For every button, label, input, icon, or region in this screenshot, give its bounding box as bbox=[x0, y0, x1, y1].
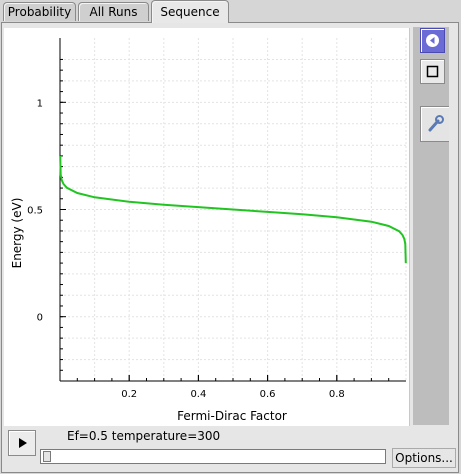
x-tick-label: 0.4 bbox=[190, 389, 206, 400]
settings-tab[interactable] bbox=[420, 106, 449, 142]
x-tick-label: 0.2 bbox=[121, 389, 137, 400]
y-tick-label: 0 bbox=[37, 313, 43, 324]
zoom-box-button[interactable] bbox=[420, 59, 445, 84]
x-tick-label: 0.6 bbox=[260, 389, 276, 400]
tab-all-runs[interactable]: All Runs bbox=[78, 2, 149, 21]
y-tick-label: 1 bbox=[37, 98, 43, 109]
sequence-slider[interactable] bbox=[40, 449, 386, 464]
x-tick-label: 0.8 bbox=[329, 389, 345, 400]
slider-thumb[interactable] bbox=[43, 451, 51, 462]
tab-probability[interactable]: Probability bbox=[3, 2, 76, 21]
chart-ticks: 0.2 0.4 0.6 0.8 0 0.5 1 bbox=[27, 58, 390, 400]
y-axis-label: Energy (eV) bbox=[10, 198, 24, 269]
status-text: Ef=0.5 temperature=300 bbox=[67, 429, 221, 443]
plot-area: 0.2 0.4 0.6 0.8 0 0.5 1 Fermi-Dirac Factor Ene… bbox=[4, 28, 410, 426]
play-icon bbox=[19, 438, 27, 448]
x-axis-label: Fermi-Dirac Factor bbox=[177, 409, 287, 423]
plot-toolbar bbox=[413, 27, 449, 425]
y-tick-label: 0.5 bbox=[27, 206, 43, 217]
options-button[interactable]: Options... bbox=[392, 448, 456, 468]
energy-chart: 0.2 0.4 0.6 0.8 0 0.5 1 Fermi-Dirac Factor Ene… bbox=[10, 38, 407, 423]
left-arrow-circle-icon bbox=[426, 34, 439, 47]
tab-sequence[interactable]: Sequence bbox=[151, 0, 229, 23]
play-button[interactable] bbox=[8, 430, 36, 456]
square-icon bbox=[426, 65, 439, 78]
wrench-icon bbox=[428, 115, 444, 132]
collapse-toolbar-button[interactable] bbox=[420, 28, 445, 53]
tab-bar: Probability All Runs Sequence bbox=[0, 0, 461, 23]
